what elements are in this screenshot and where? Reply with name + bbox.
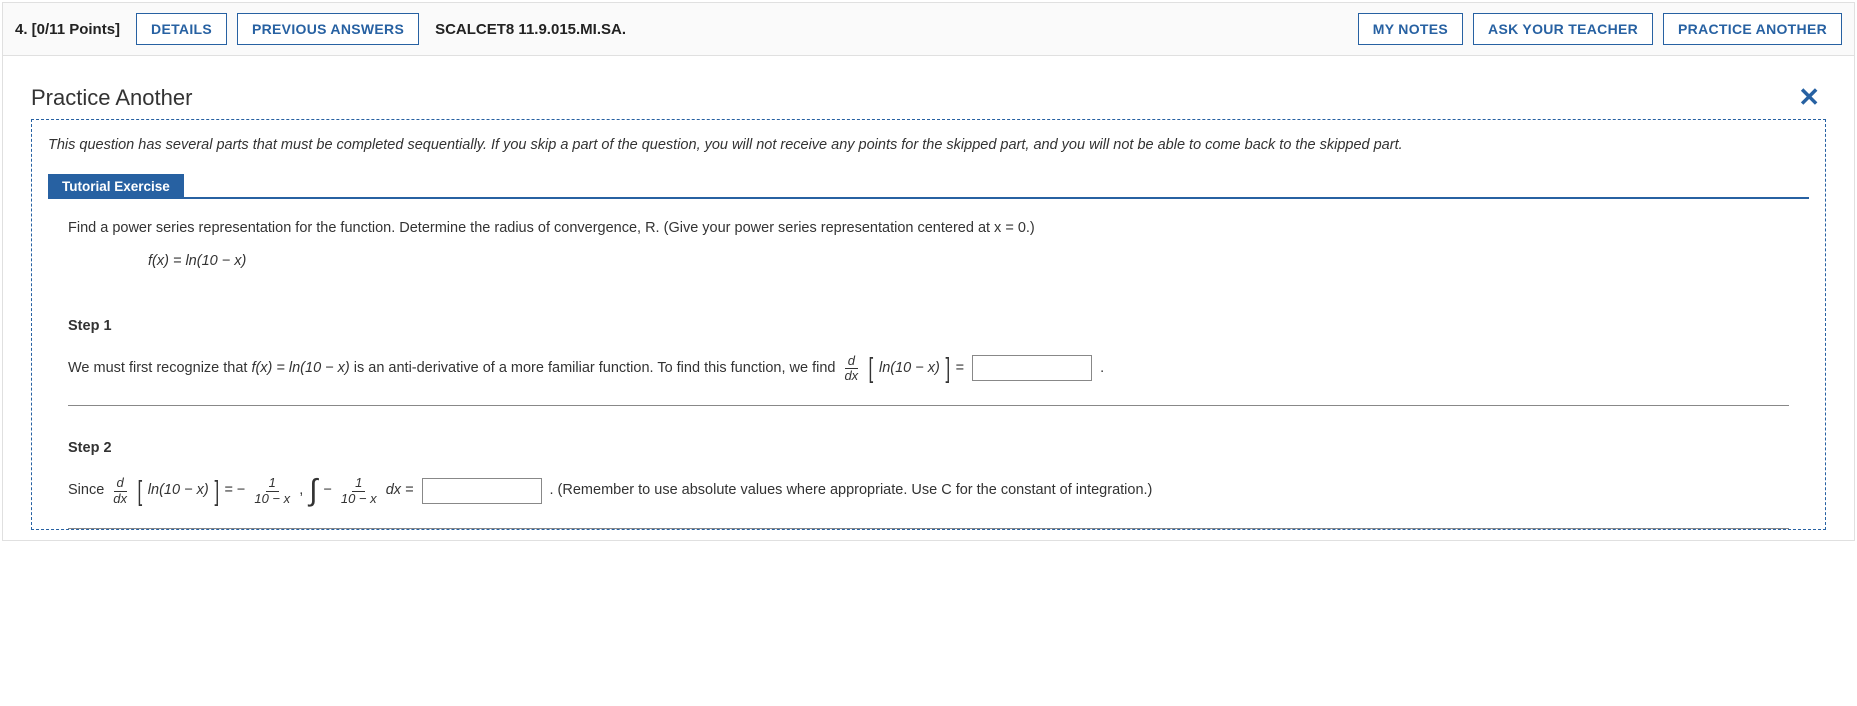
step2-since: Since <box>68 477 104 505</box>
ddx2-den: dx <box>110 492 130 506</box>
question-label: 4. [0/11 Points] <box>15 21 120 38</box>
panel-header: Practice Another ✕ <box>31 82 1826 113</box>
panel-title: Practice Another <box>31 85 192 111</box>
question-header: 4. [0/11 Points] DETAILS PREVIOUS ANSWER… <box>3 3 1854 56</box>
step2-dx: dx = <box>386 477 414 505</box>
step1-tail: . <box>1100 355 1104 383</box>
ask-teacher-button[interactable]: ASK YOUR TEACHER <box>1473 13 1653 45</box>
step2-neg: − <box>323 477 331 505</box>
frac2-den: 10 − x <box>338 492 380 506</box>
my-notes-button[interactable]: MY NOTES <box>1358 13 1463 45</box>
step2-eq1: = − <box>224 477 245 505</box>
frac2-num: 1 <box>352 476 365 491</box>
step-1-block: Step 1 We must first recognize that f(x)… <box>32 284 1825 406</box>
content-area: Practice Another ✕ This question has sev… <box>3 56 1854 540</box>
frac-1-over-10mx-2: 1 10 − x <box>338 476 380 506</box>
previous-answers-button[interactable]: PREVIOUS ANSWERS <box>237 13 419 45</box>
exercise-body: Find a power series representation for t… <box>32 199 1825 283</box>
step1-fx: f(x) = ln(10 − x) <box>251 355 349 383</box>
step1-equals: = <box>956 355 964 383</box>
step1-ln: ln(10 − x) <box>879 355 940 383</box>
step-2-text: Since d dx [ ln(10 − x) ] = − 1 10 − x ,… <box>68 476 1789 506</box>
step1-answer-input[interactable] <box>972 355 1092 381</box>
step2-answer-input[interactable] <box>422 478 542 504</box>
ddx-fraction: d dx <box>841 354 861 384</box>
step1-pre: We must first recognize that <box>68 355 247 383</box>
step-1-title: Step 1 <box>68 318 1789 334</box>
step2-comma: , <box>299 477 303 505</box>
frac1-num: 1 <box>266 476 279 491</box>
practice-another-button[interactable]: PRACTICE ANOTHER <box>1663 13 1842 45</box>
ddx2-num: d <box>114 476 127 491</box>
step2-ln: ln(10 − x) <box>148 477 209 505</box>
step-1-text: We must first recognize that f(x) = ln(1… <box>68 354 1789 384</box>
details-button[interactable]: DETAILS <box>136 13 227 45</box>
integral-icon: ∫ <box>309 476 317 506</box>
frac1-den: 10 − x <box>251 492 293 506</box>
right-bracket-icon-2: ] <box>214 477 219 505</box>
ddx-fraction-2: d dx <box>110 476 130 506</box>
step-divider-2 <box>68 528 1789 529</box>
function-expression: f(x) = ln(10 − x) <box>148 248 1789 274</box>
left-bracket-icon-2: [ <box>138 477 143 505</box>
frac-1-over-10mx: 1 10 − x <box>251 476 293 506</box>
left-bracket-icon: [ <box>869 354 874 382</box>
exercise-prompt: Find a power series representation for t… <box>68 215 1789 241</box>
practice-panel: This question has several parts that mus… <box>31 119 1826 530</box>
tutorial-exercise-tab: Tutorial Exercise <box>48 174 184 199</box>
question-container: 4. [0/11 Points] DETAILS PREVIOUS ANSWER… <box>2 2 1855 541</box>
ddx-num: d <box>845 354 858 369</box>
ddx-den: dx <box>841 369 861 383</box>
instruction-text: This question has several parts that mus… <box>32 120 1825 174</box>
step-2-block: Step 2 Since d dx [ ln(10 − x) ] = − 1 1… <box>32 406 1825 528</box>
step1-mid: is an anti-derivative of a more familiar… <box>354 355 836 383</box>
step-2-title: Step 2 <box>68 440 1789 456</box>
close-icon[interactable]: ✕ <box>1792 82 1826 113</box>
step2-tail: . (Remember to use absolute values where… <box>550 477 1153 505</box>
right-bracket-icon: ] <box>945 354 950 382</box>
source-code: SCALCET8 11.9.015.MI.SA. <box>435 21 626 38</box>
